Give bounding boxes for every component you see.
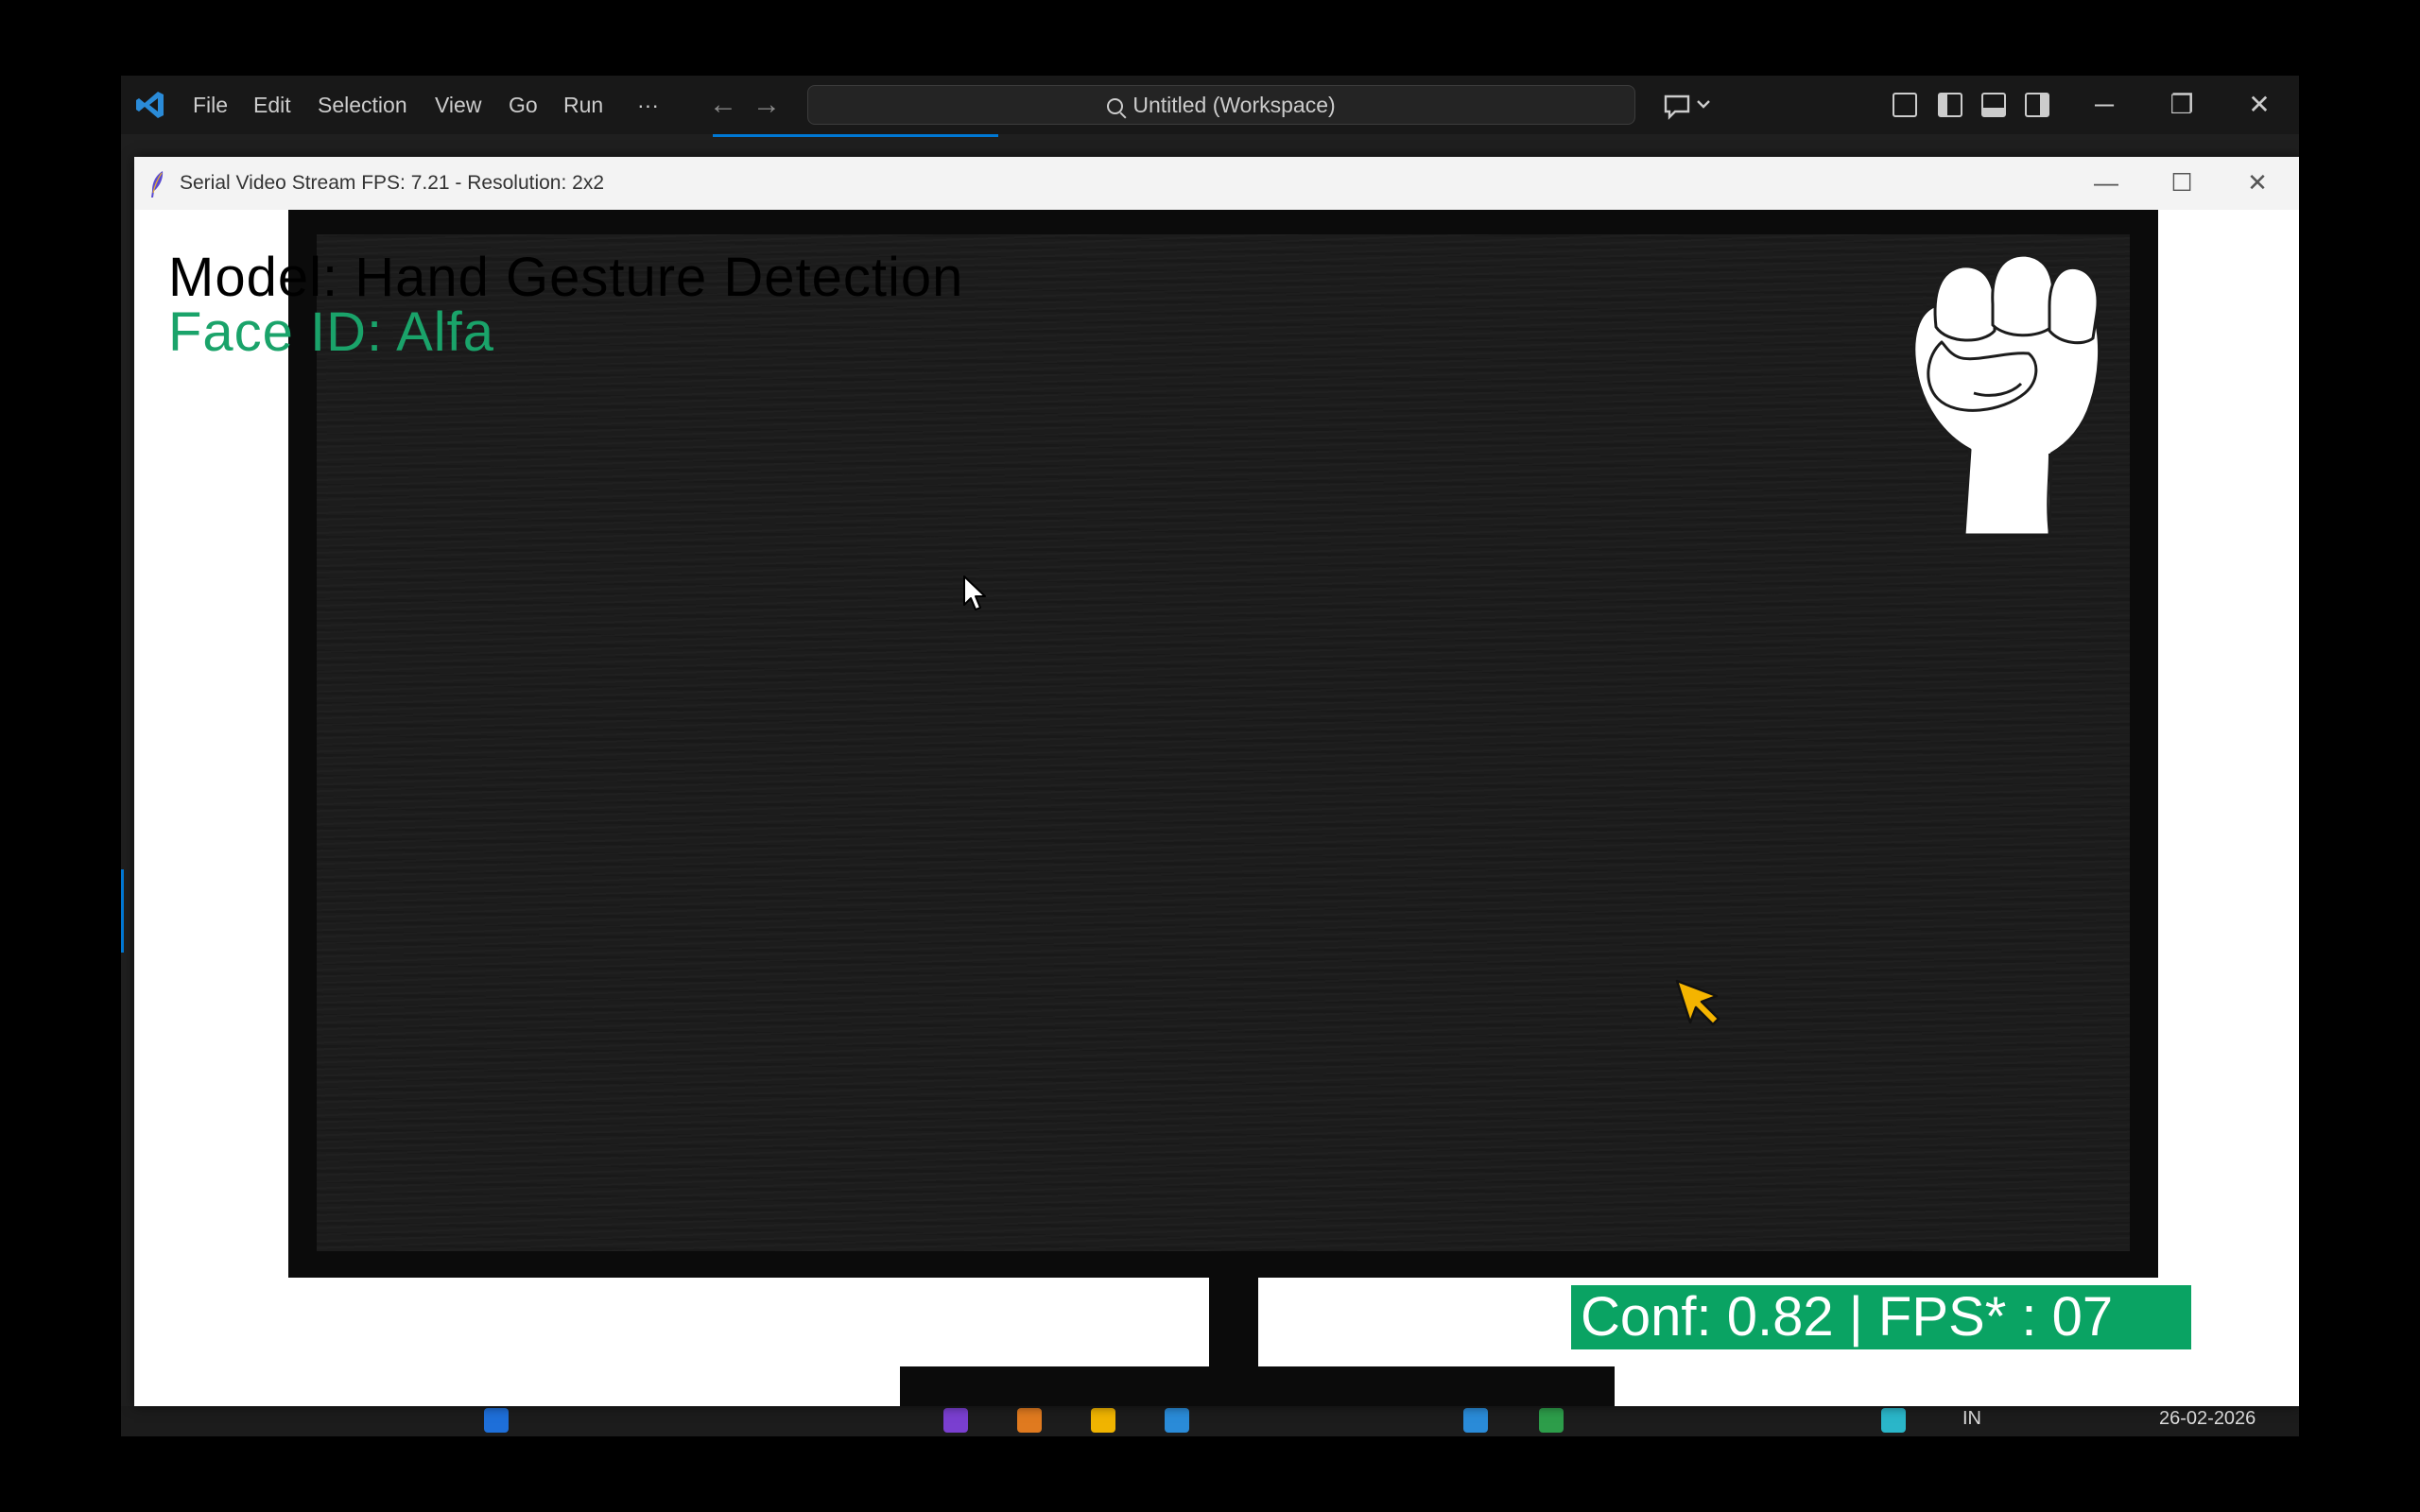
maximize-button[interactable]: ☐ xyxy=(2144,157,2220,210)
customize-layout-icon[interactable] xyxy=(1893,93,1917,117)
activity-indicator xyxy=(121,869,124,953)
fist-icon xyxy=(1912,253,2100,535)
vscode-close-button[interactable]: ✕ xyxy=(2221,76,2297,134)
monitor-stand-neck xyxy=(1209,1278,1258,1368)
copilot-chat-icon[interactable] xyxy=(1660,89,1717,121)
toggle-sidebar-icon[interactable] xyxy=(1938,93,1962,117)
video-stream-frame: Model: Hand Gesture Detection Face ID: A… xyxy=(134,210,2299,1406)
search-text: Untitled (Workspace) xyxy=(1132,93,1336,117)
serial-video-window: Serial Video Stream FPS: 7.21 - Resoluti… xyxy=(134,157,2299,1406)
menu-selection[interactable]: Selection xyxy=(318,76,407,134)
face-id-label: Face ID: Alfa xyxy=(168,301,495,363)
menu-run[interactable]: Run xyxy=(563,76,603,134)
yellow-cursor-icon xyxy=(1675,979,1720,1026)
taskbar-app-icon[interactable] xyxy=(1017,1408,1042,1433)
toggle-secondary-sidebar-icon[interactable] xyxy=(2025,93,2049,117)
monitor-screen xyxy=(317,234,2130,1251)
menu-more[interactable]: ··· xyxy=(637,76,659,134)
vscode-restore-button[interactable]: ❐ xyxy=(2144,76,2220,134)
menu-file[interactable]: File xyxy=(193,76,228,134)
command-center-search[interactable]: Untitled (Workspace) xyxy=(807,85,1635,125)
active-tab-indicator xyxy=(713,134,998,137)
back-arrow-icon[interactable]: ← xyxy=(709,89,737,121)
taskbar-folder-icon[interactable] xyxy=(1091,1408,1115,1433)
taskbar-vscode-icon[interactable] xyxy=(1463,1408,1488,1433)
start-icon[interactable] xyxy=(484,1408,509,1433)
taskbar-tray-icon[interactable] xyxy=(1881,1408,1906,1433)
taskbar-app-icon[interactable] xyxy=(943,1408,968,1433)
forward-arrow-icon[interactable]: → xyxy=(752,89,781,121)
close-button[interactable]: ✕ xyxy=(2220,157,2295,210)
window-title: Serial Video Stream FPS: 7.21 - Resoluti… xyxy=(180,172,605,194)
clock-date[interactable]: 26-02-2026 xyxy=(2159,1408,2256,1430)
confidence-fps-badge: Conf: 0.82 | FPS* : 07 xyxy=(1571,1285,2191,1349)
taskbar: IN 26-02-2026 xyxy=(121,1406,2299,1436)
toggle-panel-icon[interactable] xyxy=(1981,93,2006,117)
menu-go[interactable]: Go xyxy=(509,76,538,134)
search-icon xyxy=(1107,98,1124,114)
taskbar-app-icon[interactable] xyxy=(1165,1408,1189,1433)
taskbar-app-icon[interactable] xyxy=(1539,1408,1564,1433)
model-label: Model: Hand Gesture Detection xyxy=(168,247,964,308)
minimize-button[interactable]: — xyxy=(2068,157,2144,210)
arrow-cursor-icon xyxy=(963,576,986,610)
language-indicator[interactable]: IN xyxy=(1962,1408,1981,1430)
window-titlebar[interactable]: Serial Video Stream FPS: 7.21 - Resoluti… xyxy=(134,157,2299,210)
tk-feather-icon xyxy=(151,171,164,198)
vscode-titlebar: File Edit Selection View Go Run ··· ← → … xyxy=(121,76,2299,134)
menu-edit[interactable]: Edit xyxy=(253,76,291,134)
monitor-stand-base xyxy=(900,1366,1615,1406)
vscode-minimize-button[interactable]: ─ xyxy=(2066,76,2142,134)
menu-view[interactable]: View xyxy=(435,76,481,134)
vscode-logo-icon xyxy=(136,92,164,118)
